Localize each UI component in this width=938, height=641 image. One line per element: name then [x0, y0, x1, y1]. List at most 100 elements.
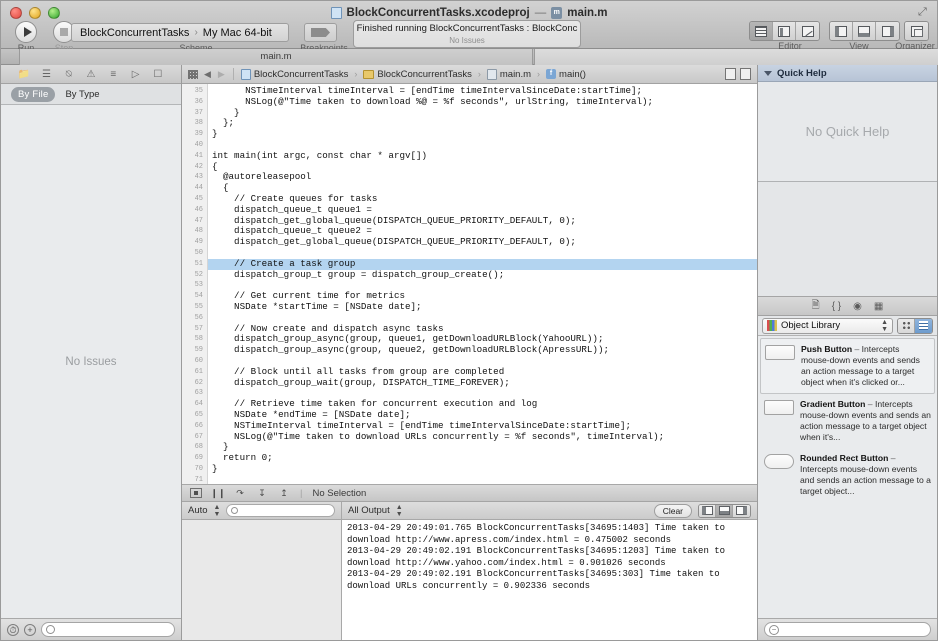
- breadcrumb-file[interactable]: main.m: [486, 68, 531, 80]
- library-dropdown[interactable]: Object Library ▲ ▼: [762, 317, 893, 334]
- clear-console-button[interactable]: Clear: [653, 503, 692, 518]
- chevron-updown-icon[interactable]: ▲ ▼: [396, 504, 403, 518]
- search-navigator-icon[interactable]: ⍉: [62, 68, 76, 81]
- list-view-button[interactable]: [915, 318, 932, 333]
- show-both-button[interactable]: [716, 504, 733, 517]
- toggle-utilities-button[interactable]: [876, 22, 899, 40]
- code-line[interactable]: }: [208, 107, 757, 119]
- list-item[interactable]: Push Button – Intercepts mouse-down even…: [760, 338, 935, 394]
- remove-icon[interactable]: −: [769, 624, 779, 635]
- scheme-selector[interactable]: BlockConcurrentTasks › My Mac 64-bit: [71, 23, 289, 42]
- breakpoints-button[interactable]: [304, 23, 337, 42]
- toggle-navigator-button[interactable]: [830, 22, 853, 40]
- grid-icon: [901, 321, 911, 330]
- code-line[interactable]: dispatch_queue_t queue1 =: [208, 204, 757, 216]
- project-navigator-icon[interactable]: 📁: [17, 68, 31, 81]
- code-line[interactable]: // Create a task group: [208, 258, 757, 270]
- code-line[interactable]: NSTimeInterval timeInterval = [endTime t…: [208, 420, 757, 432]
- comparison-icon[interactable]: [740, 68, 751, 80]
- navigator-filter-input[interactable]: [41, 622, 175, 637]
- view-segmented-control[interactable]: [829, 21, 900, 41]
- code-line[interactable]: [208, 313, 757, 324]
- variables-search-input[interactable]: [226, 504, 335, 517]
- tab-main-m[interactable]: main.m: [19, 49, 533, 65]
- test-navigator-icon[interactable]: ≡: [106, 68, 120, 81]
- code-line[interactable]: NSLog(@"Time taken to download URLs conc…: [208, 431, 757, 443]
- toggle-debug-area-icon[interactable]: [190, 488, 202, 498]
- step-out-icon[interactable]: ↥: [278, 488, 290, 498]
- recent-filter-icon[interactable]: ⏱: [7, 623, 19, 636]
- show-console-button[interactable]: [733, 504, 750, 517]
- add-filter-icon[interactable]: +: [24, 623, 36, 636]
- tab-empty-area[interactable]: [534, 49, 938, 65]
- toggle-debug-button[interactable]: [853, 22, 876, 40]
- page-icon[interactable]: [725, 68, 736, 80]
- code-line[interactable]: NSLog(@"Time taken to download %@ = %f s…: [208, 96, 757, 108]
- code-line[interactable]: return 0;: [208, 452, 757, 464]
- navigate-forward-button[interactable]: ▶: [217, 69, 226, 80]
- code-line[interactable]: dispatch_get_global_queue(DISPATCH_QUEUE…: [208, 236, 757, 248]
- library-search-input[interactable]: −: [764, 622, 931, 637]
- file-template-library-icon[interactable]: 🗎: [812, 298, 820, 315]
- filter-by-type-button[interactable]: By Type: [63, 87, 101, 102]
- code-line[interactable]: int main(int argc, const char * argv[]): [208, 150, 757, 162]
- code-line[interactable]: }: [208, 441, 757, 453]
- code-line[interactable]: }: [208, 463, 757, 475]
- code-line[interactable]: NSDate *startTime = [NSDate date];: [208, 301, 757, 313]
- breadcrumb-project[interactable]: BlockConcurrentTasks: [240, 68, 348, 80]
- line-number: 48: [194, 227, 203, 236]
- breadcrumb-function[interactable]: f main(): [546, 69, 586, 80]
- issue-navigator-icon[interactable]: ⚠: [84, 68, 98, 81]
- log-navigator-icon[interactable]: ☐: [151, 68, 165, 81]
- step-over-icon[interactable]: ↷: [234, 488, 246, 498]
- standard-editor-button[interactable]: [750, 22, 773, 40]
- console-output-area[interactable]: 2013-04-29 20:49:01.765 BlockConcurrentT…: [342, 520, 757, 640]
- pause-icon[interactable]: ❙❙: [210, 488, 225, 498]
- disclosure-triangle-icon[interactable]: [764, 70, 772, 76]
- object-library-icon[interactable]: ◉: [853, 301, 862, 312]
- library-view-segmented-control[interactable]: [897, 317, 933, 334]
- debug-view-segmented-control[interactable]: [698, 503, 751, 518]
- navigate-back-button[interactable]: ◀: [203, 69, 212, 80]
- run-button[interactable]: [11, 19, 41, 45]
- source-editor[interactable]: 35 36 37 38 39 40 41 42 43 44 45 46 47 48 49 50 51 52 53 54…: [182, 84, 757, 485]
- library-item-text: Push Button – Intercepts mouse-down even…: [801, 344, 930, 388]
- quick-help-header[interactable]: Quick Help: [758, 65, 937, 82]
- list-item[interactable]: Rounded Rect Button – Intercepts mouse-d…: [760, 448, 935, 502]
- chevron-updown-icon[interactable]: ▲ ▼: [881, 319, 888, 333]
- line-number: 42: [194, 162, 203, 171]
- show-variables-button[interactable]: [699, 504, 716, 517]
- code-line[interactable]: dispatch_group_async(group, queue2, getD…: [208, 344, 757, 356]
- list-item[interactable]: Gradient Button – Intercepts mouse-down …: [760, 394, 935, 448]
- assistant-editor-button[interactable]: [773, 22, 796, 40]
- step-into-icon[interactable]: ↧: [256, 488, 268, 498]
- code-line[interactable]: dispatch_group_t group = dispatch_group_…: [208, 269, 757, 281]
- library-items-list[interactable]: Push Button – Intercepts mouse-down even…: [758, 336, 937, 618]
- code-text[interactable]: NSTimeInterval timeInterval = [endTime t…: [208, 84, 757, 484]
- variables-scope-label[interactable]: Auto: [188, 505, 208, 516]
- code-line[interactable]: };: [208, 118, 757, 129]
- chevron-updown-icon[interactable]: ▲ ▼: [214, 504, 221, 518]
- code-snippet-library-icon[interactable]: { }: [832, 301, 841, 312]
- version-editor-button[interactable]: [796, 22, 819, 40]
- grid-view-button[interactable]: [898, 318, 915, 333]
- filter-by-file-button[interactable]: By File: [11, 86, 56, 102]
- editor-mode-segmented-control[interactable]: [749, 21, 820, 41]
- console-filter-label[interactable]: All Output: [348, 505, 390, 516]
- line-number: 47: [194, 216, 203, 225]
- code-line[interactable]: dispatch_group_wait(group, DISPATCH_TIME…: [208, 377, 757, 389]
- media-library-icon[interactable]: ▦: [874, 301, 883, 312]
- code-line[interactable]: [208, 475, 757, 484]
- breakpoint-navigator-icon[interactable]: ▷: [129, 68, 143, 81]
- line-number: 35: [194, 87, 203, 95]
- library-item-dash: –: [888, 453, 896, 463]
- related-items-icon[interactable]: [188, 69, 198, 79]
- breadcrumb-folder[interactable]: BlockConcurrentTasks: [363, 69, 472, 80]
- code-line[interactable]: }: [208, 128, 757, 140]
- utilities-pane-icon: [881, 25, 894, 37]
- code-line[interactable]: @autoreleasepool: [208, 172, 757, 183]
- symbol-navigator-icon[interactable]: ☰: [39, 68, 53, 81]
- organizer-button[interactable]: [904, 21, 929, 41]
- fullscreen-icon[interactable]: ⤢: [918, 7, 929, 18]
- code-line[interactable]: // Block until all tasks from group are …: [208, 366, 757, 378]
